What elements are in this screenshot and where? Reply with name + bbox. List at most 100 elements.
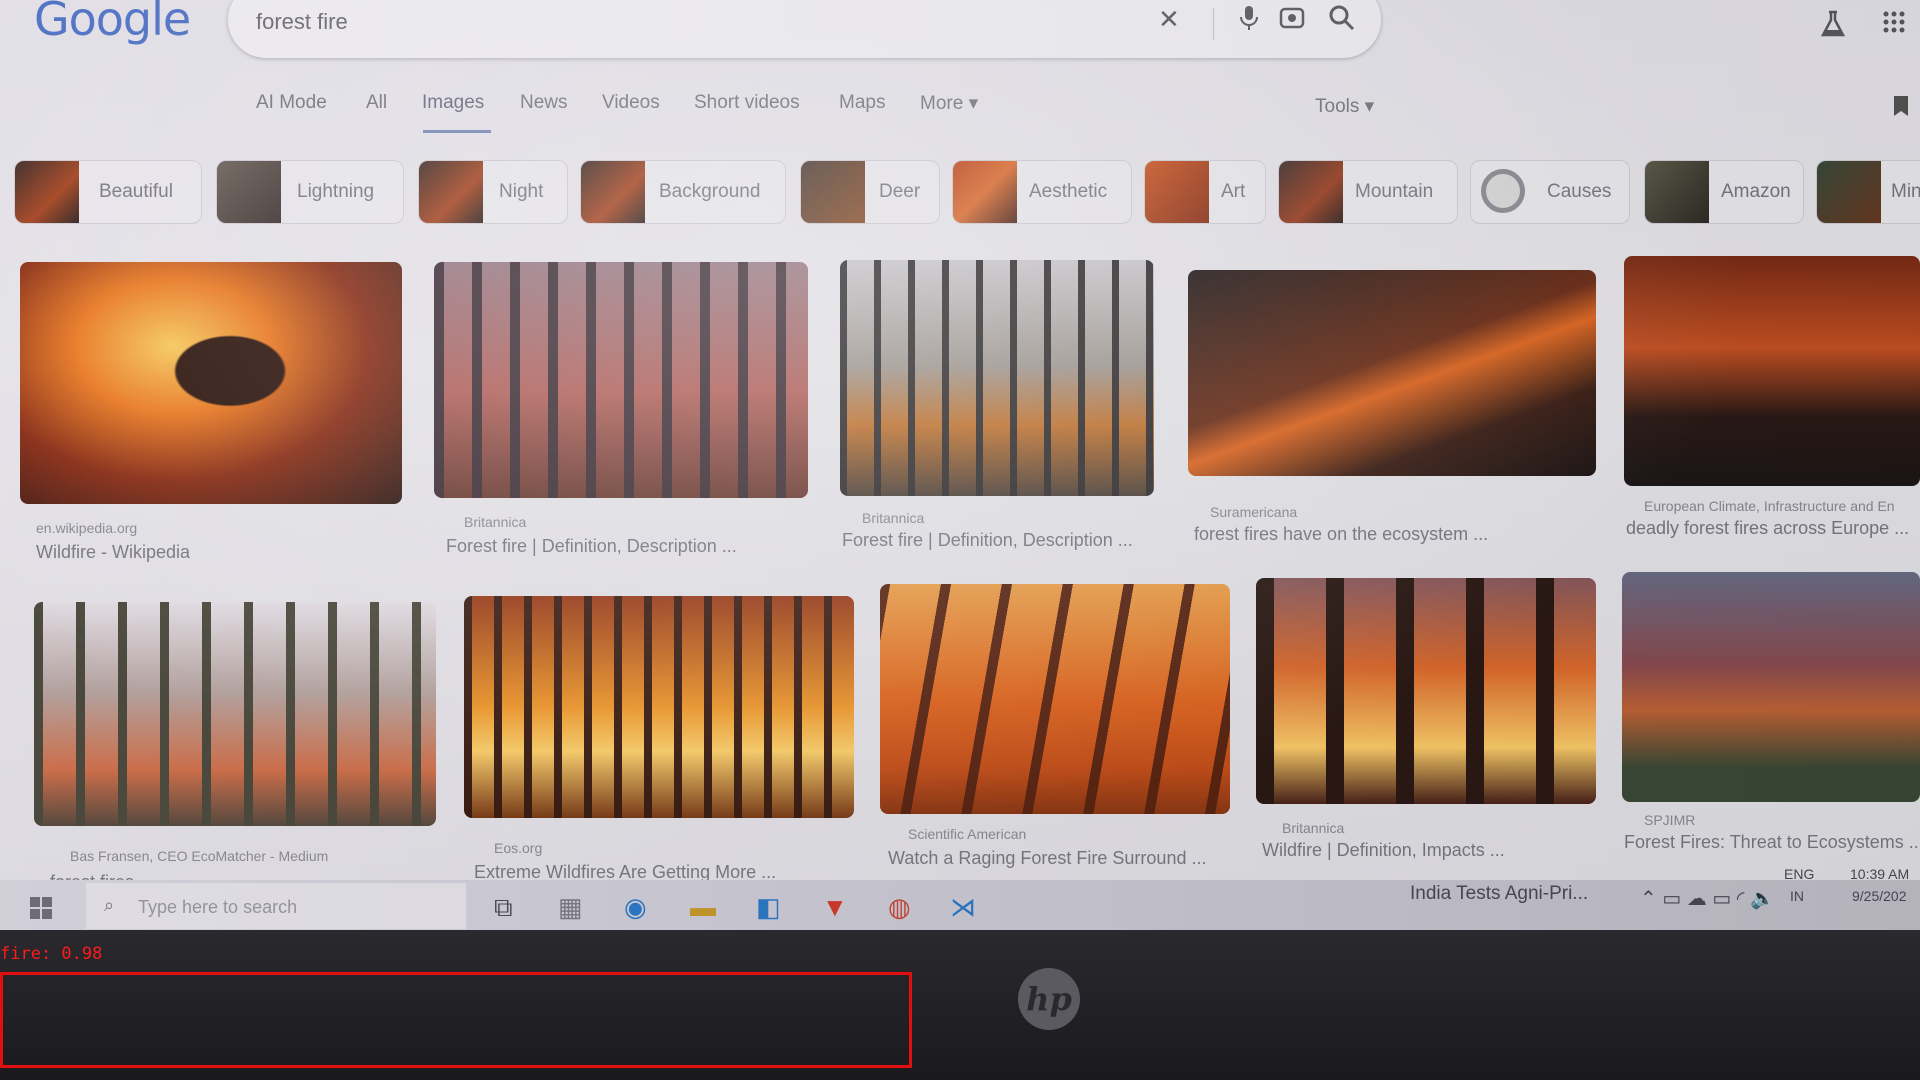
result-thumbnail[interactable] [1622, 572, 1920, 802]
chip-thumbnail [217, 161, 281, 223]
chip-art[interactable]: Art [1144, 160, 1266, 224]
result-source: Britannica [1282, 820, 1345, 836]
chip-thumbnail [1645, 161, 1709, 223]
result-title[interactable]: deadly forest fires across Europe ... [1626, 518, 1909, 539]
detection-bounding-box [0, 972, 912, 1068]
chip-lightning[interactable]: Lightning [216, 160, 404, 224]
chip-label: Art [1221, 181, 1246, 202]
chip-label: Causes [1547, 181, 1612, 202]
tab-videos[interactable]: Videos [602, 92, 660, 114]
suggestion-chips: Beautiful Lightning Night Background Dee… [14, 160, 1920, 228]
search-icon: ⌕ [104, 895, 115, 915]
result-thumbnail[interactable] [1256, 578, 1596, 804]
camera-lens-icon[interactable] [1278, 4, 1306, 39]
active-tab-indicator [423, 130, 491, 133]
result-title[interactable]: Forest fire | Definition, Description ..… [842, 530, 1133, 551]
clock-date[interactable]: 9/25/202 [1852, 888, 1907, 904]
laptop-screen: Google ✕ AI Mode All Images News Videos … [0, 0, 1920, 930]
chip-label: Background [659, 181, 761, 202]
result-thumbnail[interactable] [880, 584, 1230, 814]
hp-logo: hp [1018, 968, 1080, 1030]
result-thumbnail[interactable] [464, 596, 854, 818]
result-source: Britannica [464, 514, 527, 530]
tab-short-videos[interactable]: Short videos [694, 92, 800, 114]
result-thumbnail[interactable] [34, 602, 436, 826]
result-source: SPJIMR [1644, 812, 1696, 828]
microphone-icon[interactable] [1238, 4, 1260, 39]
chip-label: Lightning [297, 181, 375, 202]
language-top[interactable]: ENG [1784, 866, 1814, 882]
tools-button[interactable]: Tools ▾ [1315, 95, 1374, 118]
result-title[interactable]: Watch a Raging Forest Fire Surround ... [888, 848, 1206, 869]
result-thumbnail[interactable] [840, 260, 1154, 496]
calendar-app-icon[interactable]: ▦ [558, 892, 583, 923]
chrome-icon[interactable]: ◍ [888, 892, 911, 923]
language-bottom[interactable]: IN [1790, 888, 1804, 904]
chip-thumbnail [419, 161, 483, 223]
chip-mountain[interactable]: Mountain [1278, 160, 1458, 224]
tab-images[interactable]: Images [422, 92, 484, 114]
tab-all[interactable]: All [366, 92, 387, 114]
chip-aesthetic[interactable]: Aesthetic [952, 160, 1132, 224]
chip-thumbnail [953, 161, 1017, 223]
result-source: Britannica [862, 510, 925, 526]
chip-mine[interactable]: Mine [1816, 160, 1920, 224]
chip-thumbnail [581, 161, 645, 223]
chip-label: Night [499, 181, 544, 202]
result-thumbnail[interactable] [1188, 270, 1596, 476]
search-icon[interactable] [1328, 4, 1356, 39]
chip-label: Aesthetic [1029, 181, 1108, 202]
result-thumbnail[interactable] [20, 262, 402, 504]
chip-label: Amazon [1721, 181, 1791, 202]
causes-ring-icon [1481, 169, 1525, 213]
chip-label: Mine [1891, 181, 1920, 202]
vscode-icon[interactable]: ⋊ [950, 892, 976, 923]
result-source: Suramericana [1210, 504, 1298, 520]
result-thumbnail[interactable] [434, 262, 808, 498]
brave-browser-icon[interactable]: ▼ [822, 892, 848, 923]
tab-news[interactable]: News [520, 92, 568, 114]
news-widget[interactable]: India Tests Agni-Pri... [1410, 883, 1588, 905]
result-title[interactable]: Wildfire | Definition, Impacts ... [1262, 840, 1505, 861]
clock-time[interactable]: 10:39 AM [1850, 866, 1909, 882]
task-view-icon[interactable]: ⧉ [494, 892, 513, 924]
chip-causes[interactable]: Causes [1470, 160, 1630, 224]
windows-start-icon[interactable] [30, 897, 52, 925]
detection-label: fire: 0.98 [0, 944, 103, 964]
close-icon[interactable]: ✕ [1158, 4, 1180, 35]
result-title[interactable]: forest fires have on the ecosystem ... [1194, 524, 1488, 545]
tab-maps[interactable]: Maps [839, 92, 885, 114]
chip-label: Beautiful [99, 181, 173, 202]
result-source: Eos.org [494, 840, 543, 856]
chip-thumbnail [1145, 161, 1209, 223]
flask-icon[interactable] [1820, 10, 1846, 45]
google-logo[interactable]: Google [34, 0, 191, 46]
edge-browser-icon[interactable]: ◉ [624, 892, 647, 923]
taskbar-search-placeholder: Type here to search [138, 897, 298, 917]
result-source: European Climate, Infrastructure and En [1644, 498, 1895, 514]
tray-icons[interactable]: ⌃ ▭ ☁ ▭ ◜ 🔈 [1640, 886, 1775, 911]
grid-apps-icon[interactable] [1882, 10, 1906, 41]
chip-beautiful[interactable]: Beautiful [14, 160, 202, 224]
result-source: Scientific American [908, 826, 1027, 842]
result-thumbnail[interactable] [1624, 256, 1920, 486]
tab-ai-mode[interactable]: AI Mode [256, 92, 327, 114]
chip-background[interactable]: Background [580, 160, 786, 224]
chip-label: Mountain [1355, 181, 1434, 202]
chip-night[interactable]: Night [418, 160, 568, 224]
result-source: Bas Fransen, CEO EcoMatcher - Medium [70, 848, 329, 864]
chip-thumbnail [15, 161, 79, 223]
search-input[interactable] [254, 8, 1058, 36]
result-title[interactable]: Forest Fires: Threat to Ecosystems ... [1624, 832, 1920, 853]
chip-amazon[interactable]: Amazon [1644, 160, 1804, 224]
file-explorer-icon[interactable]: ▬ [690, 892, 716, 923]
chip-label: Deer [879, 181, 921, 202]
bookmark-icon[interactable] [1892, 95, 1910, 123]
chip-deer[interactable]: Deer [800, 160, 940, 224]
result-title[interactable]: Forest fire | Definition, Description ..… [446, 536, 737, 557]
taskbar-search[interactable]: ⌕ Type here to search [86, 883, 466, 929]
search-box[interactable]: ✕ [228, 0, 1381, 58]
tab-more[interactable]: More ▾ [920, 92, 978, 115]
outlook-icon[interactable]: ◧ [756, 892, 781, 923]
result-title[interactable]: Wildfire - Wikipedia [36, 542, 190, 563]
